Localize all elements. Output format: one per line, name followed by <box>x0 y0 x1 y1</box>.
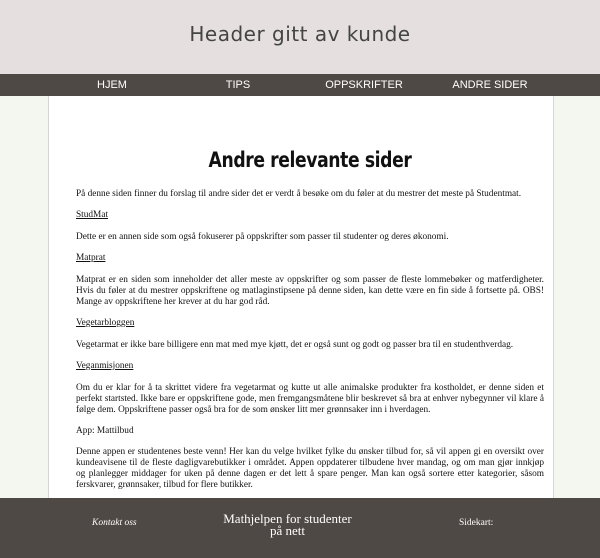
vegetarbloggen-text: Vegetarmat er ikke bare billigere enn ma… <box>76 340 514 350</box>
link-vegetarbloggen[interactable]: Vegetarbloggen <box>76 318 134 329</box>
link-studmat[interactable]: StudMat <box>76 210 108 221</box>
main-content: Andre relevante sider På denne siden fin… <box>48 96 554 498</box>
veganmisjonen-text: Om du er klar for å ta skrittet videre f… <box>76 383 544 415</box>
page-title: Andre relevante sider <box>208 148 412 172</box>
footer: Kontakt oss Mathjelpen for studenter på … <box>0 498 600 558</box>
footer-title: Mathjelpen for studenter på nett <box>200 512 375 538</box>
studmat-text: Dette er en annen side som også fokusere… <box>76 232 449 242</box>
header-title: Header gitt av kunde <box>189 22 411 46</box>
link-matprat[interactable]: Matprat <box>76 253 105 264</box>
main-nav: HJEM TIPS OPPSKRIFTER ANDRE SIDER <box>0 74 600 96</box>
matprat-text: Matprat er en siden som inneholder det a… <box>76 275 544 307</box>
app-title: App: Mattilbud <box>76 426 134 436</box>
nav-item-andre-sider[interactable]: ANDRE SIDER <box>444 74 536 96</box>
nav-item-oppskrifter[interactable]: OPPSKRIFTER <box>318 74 410 96</box>
nav-item-hjem[interactable]: HJEM <box>72 74 152 96</box>
contact-link[interactable]: Kontakt oss <box>92 518 137 528</box>
header: Header gitt av kunde <box>0 0 600 74</box>
app-text: Denne appen er studentenes beste venn! H… <box>76 447 544 490</box>
footer-title-line2: på nett <box>269 523 305 538</box>
intro-text: På denne siden finner du forslag til and… <box>76 189 522 199</box>
nav-item-tips[interactable]: TIPS <box>198 74 278 96</box>
link-veganmisjonen[interactable]: Veganmisjonen <box>76 361 133 372</box>
sitemap-label: Sidekart: <box>459 518 494 528</box>
